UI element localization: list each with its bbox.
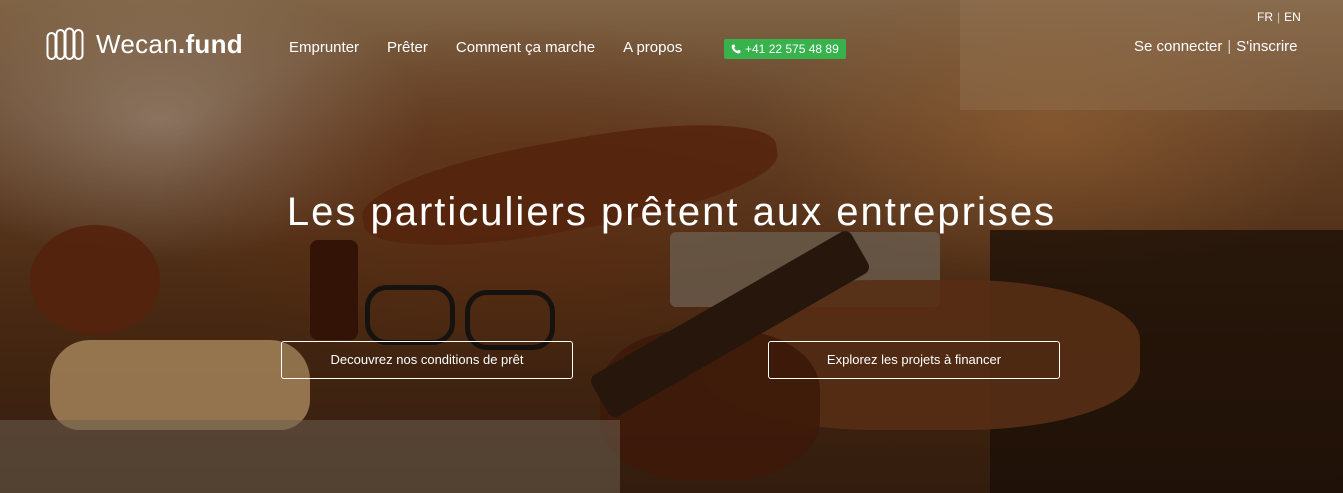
nav-item-comment-ca-marche[interactable]: Comment ça marche xyxy=(456,39,595,56)
explore-projects-button[interactable]: Explorez les projets à financer xyxy=(768,341,1060,379)
lang-separator: | xyxy=(1277,10,1281,24)
nav-item-emprunter[interactable]: Emprunter xyxy=(289,39,359,56)
phone-badge[interactable]: +41 22 575 48 89 xyxy=(724,39,846,59)
nav-item-preter[interactable]: Prêter xyxy=(387,39,428,56)
language-switcher: FR | EN xyxy=(1257,10,1301,24)
loan-conditions-button[interactable]: Decouvrez nos conditions de prêt xyxy=(281,341,573,379)
auth-links: Se connecter | S'inscrire xyxy=(1134,38,1298,55)
auth-separator: | xyxy=(1227,38,1232,55)
main-nav: Emprunter Prêter Comment ça marche A pro… xyxy=(289,39,682,56)
hero-title: Les particuliers prêtent aux entreprises xyxy=(286,190,1057,234)
signup-link[interactable]: S'inscrire xyxy=(1236,38,1297,55)
brand-name: Wecan.fund xyxy=(96,28,243,59)
phone-number: +41 22 575 48 89 xyxy=(745,42,839,56)
top-header: Wecan.fund Emprunter Prêter Comment ça m… xyxy=(0,0,1343,90)
logo-icon xyxy=(46,27,84,60)
brand-logo[interactable]: Wecan.fund xyxy=(46,27,243,61)
nav-item-a-propos[interactable]: A propos xyxy=(623,39,682,56)
lang-en[interactable]: EN xyxy=(1284,10,1301,24)
login-link[interactable]: Se connecter xyxy=(1134,38,1222,55)
lang-fr[interactable]: FR xyxy=(1257,10,1273,24)
phone-icon xyxy=(731,44,741,54)
